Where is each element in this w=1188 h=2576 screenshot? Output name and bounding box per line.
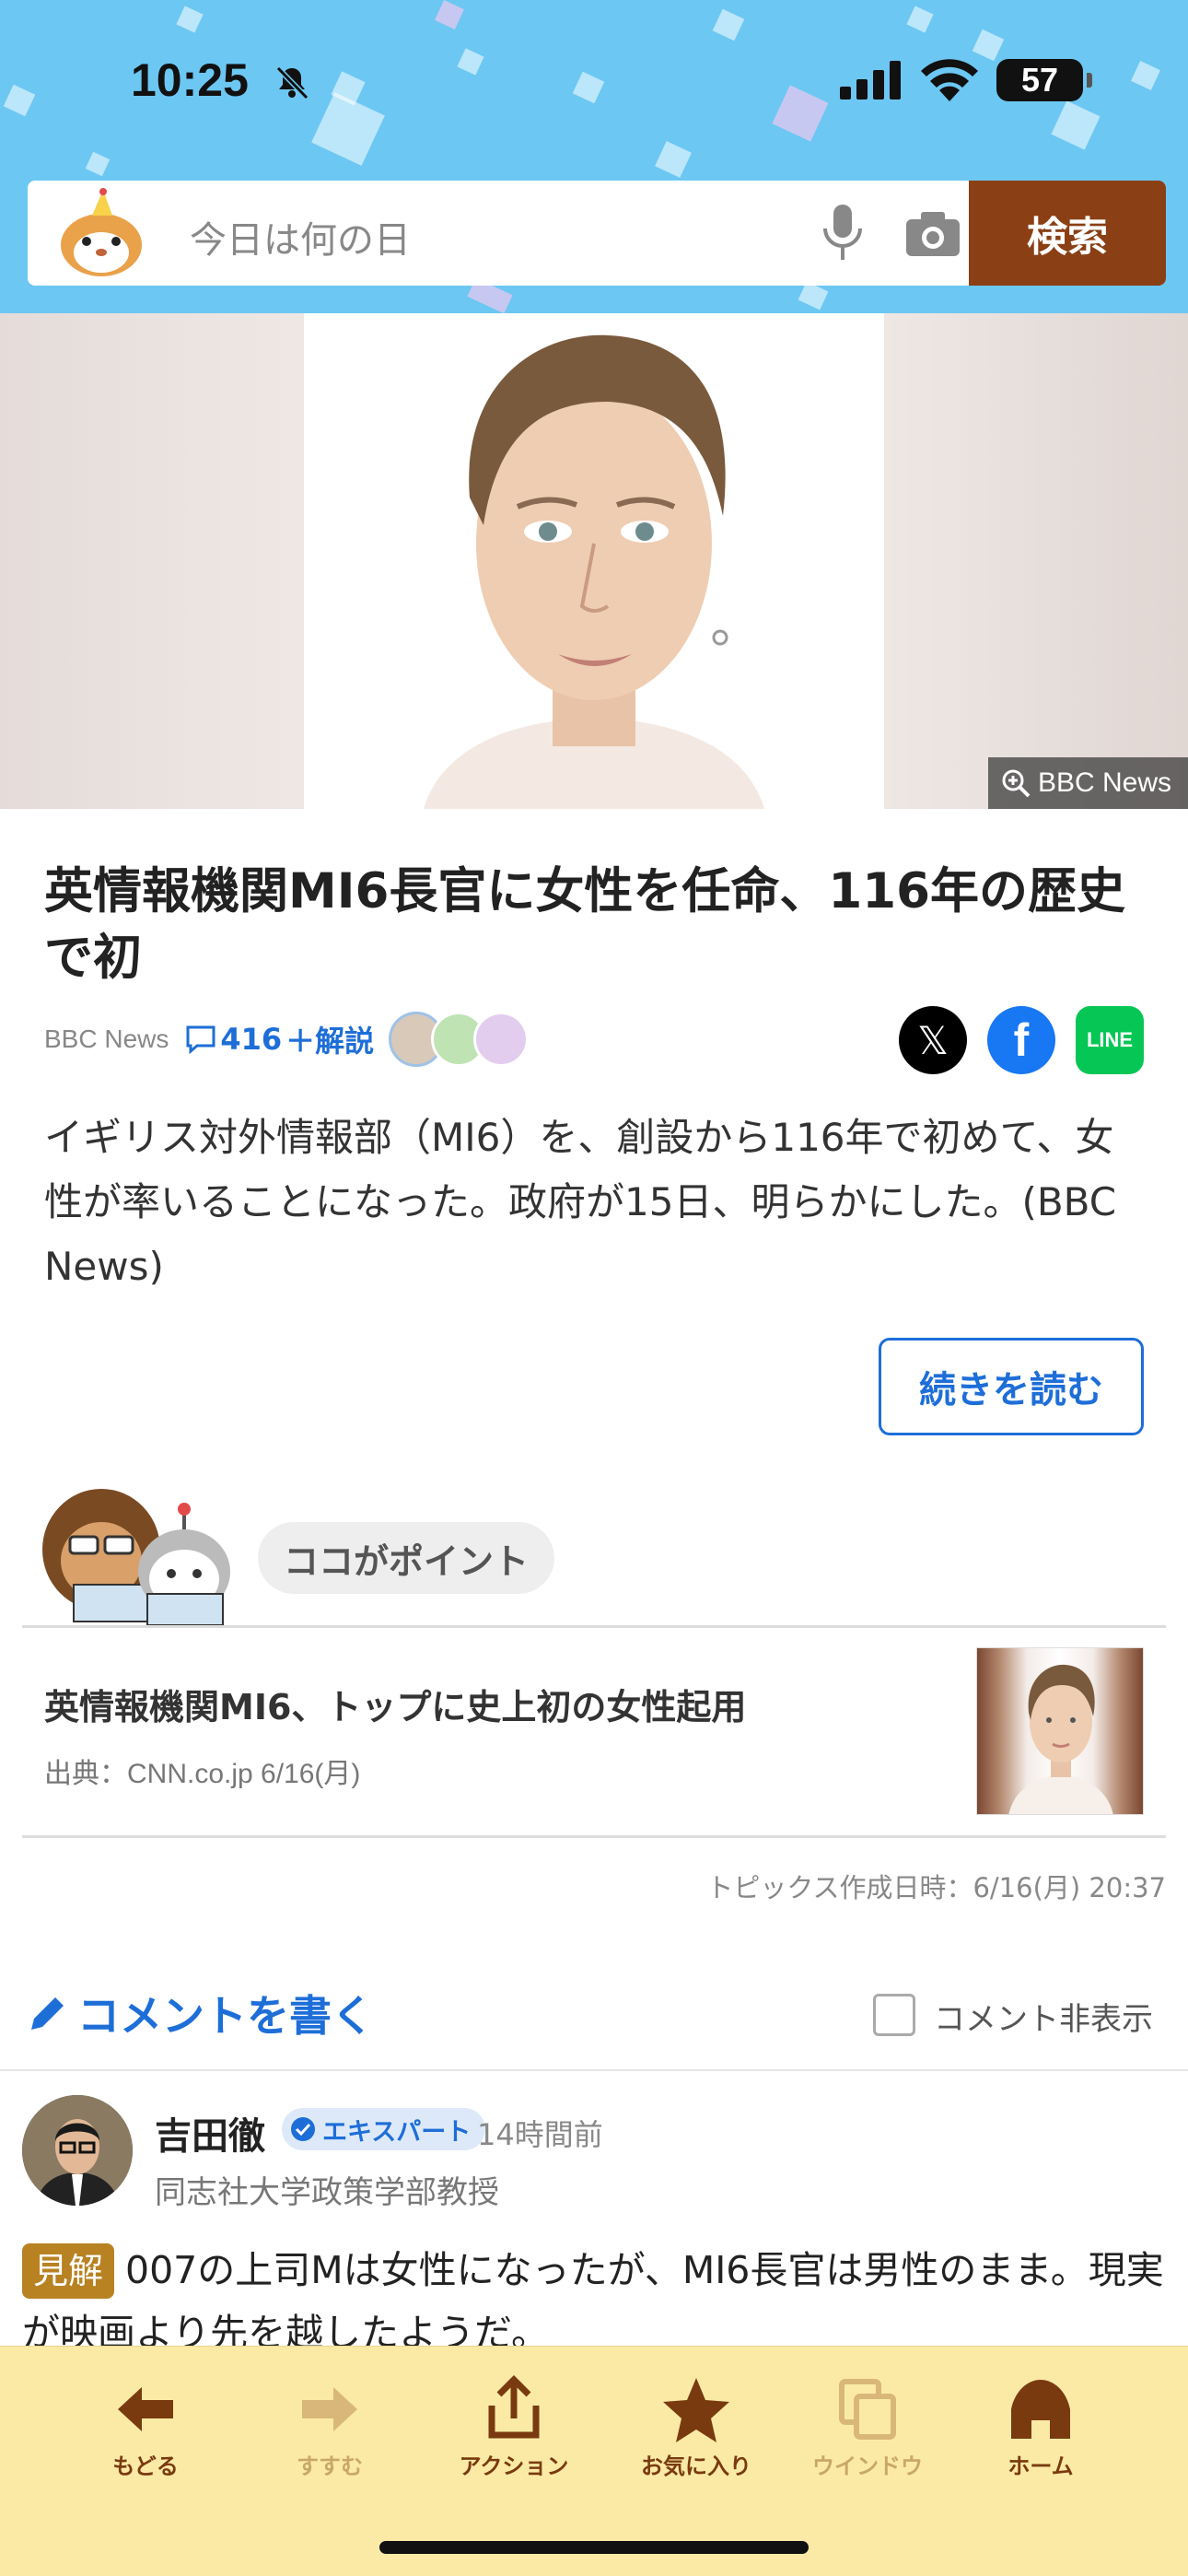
expert-badge: エキスパート [282,2108,486,2150]
facebook-share-icon[interactable]: f [987,1006,1055,1074]
image-credit[interactable]: BBC News [987,757,1188,809]
verified-check-icon [291,2117,315,2141]
search-bar[interactable]: 今日は何の日 検索 [28,181,1166,286]
read-more-button[interactable]: 続きを読む [879,1338,1144,1435]
portrait-photo [304,313,884,809]
back-label: もどる [112,2453,179,2479]
article-hero-image[interactable]: BBC News [0,313,1188,809]
comment-time: 14時間前 [477,2117,603,2152]
browser-header: 10:25 57 今日は何の日 検索 [0,0,1188,313]
guinea-pig-mascot-icon[interactable] [55,188,147,280]
expert-badge-label: エキスパート [322,2117,472,2147]
cellular-signal-icon [840,61,901,100]
point-label: ココがポイント [258,1522,554,1594]
comment-text: 007の上司Mは女性になったが、MI6長官は男性のまま。現実が映画より先を越した… [22,2248,1164,2355]
write-comment-label: コメントを書く [77,1991,374,2041]
windows-icon [839,2379,896,2440]
home-label: ホーム [1007,2453,1074,2479]
divider [0,2069,1188,2071]
home-indicator[interactable] [379,2541,809,2554]
comment-suffix: ＋解説 [285,1024,375,1059]
x-share-icon[interactable]: 𝕏 [899,1006,967,1074]
divider [22,1625,1166,1628]
home-icon [1011,2380,1070,2439]
back-button[interactable]: もどる [72,2374,219,2494]
status-bar: 10:25 57 [0,0,1188,161]
favorites-button[interactable]: お気に入り [623,2374,770,2494]
forward-arrow-icon [302,2387,357,2431]
home-button[interactable]: ホーム [967,2374,1114,2494]
topic-created-time: トピックス作成日時：6/16(月) 20:37 [706,1872,1166,1903]
commenter-avatar[interactable] [22,2095,133,2206]
point-article-thumbnail[interactable] [976,1647,1144,1815]
camera-icon[interactable] [904,208,961,258]
image-credit-label: BBC News [1037,767,1171,798]
opinion-tag: 見解 [22,2243,115,2299]
battery-indicator: 57 [996,59,1092,101]
search-button[interactable]: 検索 [969,181,1166,286]
point-article-title[interactable]: 英情報機関MI6、トップに史上初の女性起用 [44,1679,746,1729]
star-icon [663,2378,729,2442]
forward-button[interactable]: すすむ [256,2374,403,2494]
point-mascots-icon [42,1489,230,1626]
article-title: 英情報機関MI6長官に女性を任命、116年の歴史で初 [44,863,1125,986]
wifi-icon [921,59,978,101]
favorites-label: お気に入り [641,2453,751,2479]
divider [22,1835,1166,1838]
comment-bubble-icon [186,1025,215,1054]
action-label: アクション [459,2453,569,2479]
forward-label: すすむ [297,2453,363,2479]
point-article-source: 出典：CNN.co.jp 6/16(月) [44,1759,361,1789]
back-arrow-icon [118,2387,173,2431]
microphone-icon[interactable] [818,203,868,263]
thumbnail-portrait [1008,1664,1113,1814]
windows-label: ウインドウ [812,2453,923,2479]
commenter-name[interactable]: 吉田徹 [155,2106,265,2160]
comment-count-link[interactable]: 416 ＋解説 [185,1018,374,1060]
article-meta: BBC News 416 ＋解説 [44,1012,530,1067]
search-input[interactable]: 今日は何の日 [190,210,411,263]
write-comment-button[interactable]: コメントを書く [26,1983,374,2043]
pencil-icon [31,1997,64,2030]
line-share-icon[interactable]: LINE [1076,1006,1144,1074]
hide-comments-checkbox[interactable] [873,1994,915,2036]
article-summary: イギリス対外情報部（MI6）を、創設から116年で初めて、女性が率いることになっ… [44,1115,1117,1289]
share-icon [488,2375,540,2439]
smile-purple-icon [473,1012,530,1067]
commenter-photo [22,2095,133,2206]
article-source: BBC News [44,1025,169,1053]
action-button[interactable]: アクション [440,2374,588,2494]
silent-bell-icon [275,65,309,100]
hide-comments-label[interactable]: コメント非表示 [934,1994,1153,2039]
commenter-role: 同志社大学政策学部教授 [155,2174,499,2211]
zoom-icon [1002,769,1031,798]
portrait-illustration [304,313,884,809]
comment-count: 416 [220,1022,283,1057]
expert-avatars[interactable] [389,1012,530,1067]
status-time: 10:25 [131,54,249,106]
windows-button[interactable]: ウインドウ [794,2374,941,2494]
